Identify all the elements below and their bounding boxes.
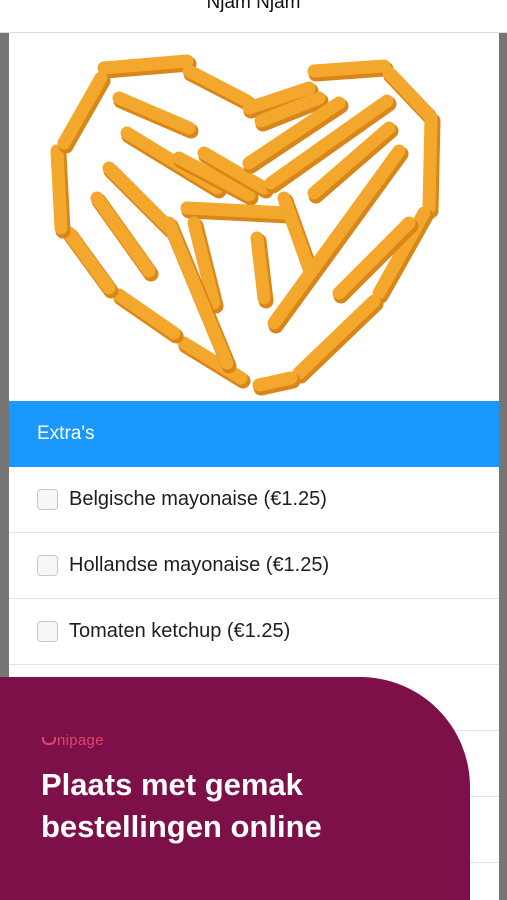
promo-banner[interactable]: nipage Plaats met gemak bestellingen onl… [0, 677, 470, 900]
fry [50, 144, 68, 235]
option-row[interactable]: Belgische mayonaise (€1.25) [9, 467, 499, 533]
product-image [9, 33, 499, 401]
fry [180, 201, 294, 220]
fry [422, 111, 438, 215]
fry [292, 294, 381, 380]
fry [252, 371, 298, 392]
option-row[interactable]: Tomaten ketchup (€1.25) [9, 599, 499, 665]
promo-headline-line: Plaats met gemak [41, 767, 303, 802]
fry [62, 226, 116, 295]
extras-title: Extra's [37, 423, 95, 444]
fry [57, 71, 108, 150]
fry [307, 59, 391, 78]
extras-header: Extra's [9, 401, 499, 467]
unipage-logo: nipage [42, 732, 104, 749]
option-label: Tomaten ketchup (€1.25) [69, 620, 291, 642]
option-checkbox[interactable] [37, 555, 58, 576]
fry [112, 288, 181, 340]
option-checkbox[interactable] [37, 489, 58, 510]
fry [250, 231, 271, 305]
top-bar: Njam Njam [0, 0, 507, 33]
option-checkbox[interactable] [37, 621, 58, 642]
option-row[interactable]: Hollandse mayonaise (€1.25) [9, 533, 499, 599]
fry [97, 54, 194, 75]
promo-headline-line: bestellingen online [41, 809, 322, 844]
option-label: Belgische mayonaise (€1.25) [69, 488, 327, 510]
logo-text: nipage [57, 732, 104, 749]
promo-headline: Plaats met gemak bestellingen online [41, 764, 441, 848]
fry [112, 91, 196, 135]
fry [182, 64, 254, 108]
fries-heart-image [50, 54, 441, 396]
option-label: Hollandse mayonaise (€1.25) [69, 554, 330, 576]
logo-mark-icon [42, 737, 56, 745]
page-title: Njam Njam [206, 0, 301, 13]
